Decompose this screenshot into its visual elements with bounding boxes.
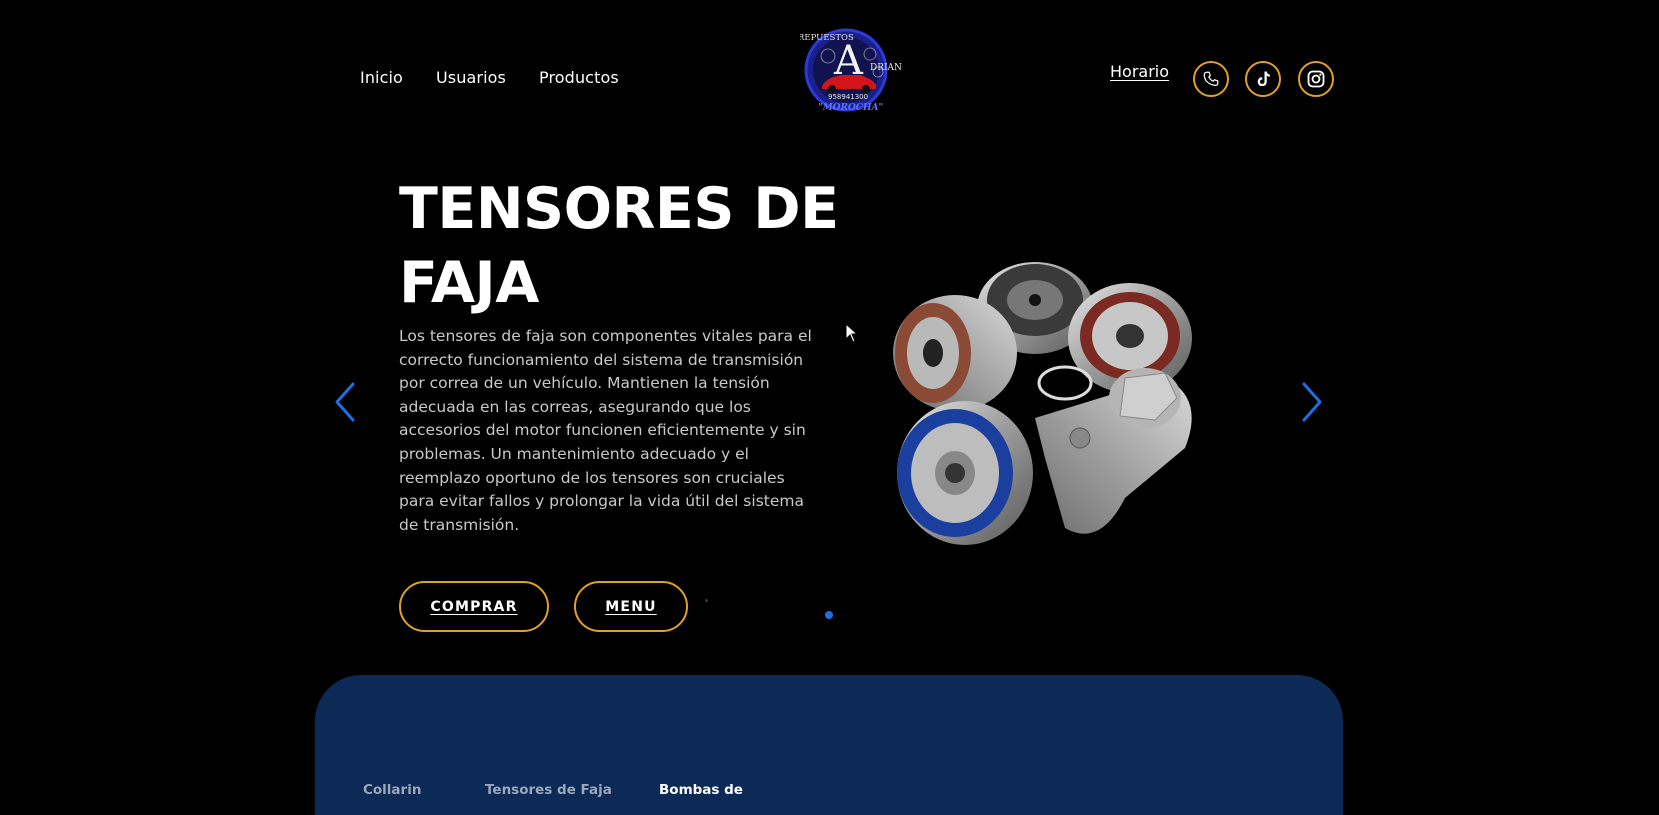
category-tab-tensores-de-faja[interactable]: Tensores de Faja: [485, 782, 612, 798]
instagram-icon: [1307, 70, 1325, 88]
tiktok-icon: [1257, 71, 1270, 87]
categories-panel: [315, 675, 1343, 815]
carousel-prev-button[interactable]: [330, 380, 360, 424]
chevron-left-icon: [335, 382, 355, 422]
phone-icon: [1203, 71, 1219, 86]
phone-button[interactable]: [1193, 61, 1229, 97]
nav-link-usuarios[interactable]: Usuarios: [436, 68, 506, 87]
nav-link-productos[interactable]: Productos: [539, 68, 619, 87]
horario-link[interactable]: Horario: [1110, 62, 1169, 81]
hero-title: TENSORES DE FAJA: [399, 172, 839, 320]
comprar-button[interactable]: COMPRAR: [399, 581, 549, 632]
hero-description: Los tensores de faja son componentes vit…: [399, 327, 812, 534]
instagram-button[interactable]: [1298, 61, 1334, 97]
carousel-indicator-dot[interactable]: [705, 599, 708, 602]
mouse-cursor-icon: [845, 323, 859, 343]
category-tab-collarin[interactable]: Collarin: [363, 782, 421, 798]
hero-title-line1: TENSORES DE: [399, 176, 839, 242]
category-tab-bombas-de[interactable]: Bombas de: [659, 782, 743, 798]
tiktok-button[interactable]: [1245, 61, 1281, 97]
belt-tensioner-product-image: [893, 262, 1192, 545]
chevron-right-icon: [1302, 382, 1322, 422]
logo-phone: 958941300: [828, 93, 868, 101]
carousel-indicator-active[interactable]: [825, 611, 833, 619]
logo-side-text: DRIAN: [870, 63, 902, 73]
hero-title-line2: FAJA: [399, 250, 539, 316]
logo-bottom-text: "MOROCHA": [818, 103, 883, 113]
brand-logo[interactable]: REPUESTOS A DRIAN 958941300 "MOROCHA": [800, 26, 906, 114]
carousel-next-button[interactable]: [1297, 380, 1327, 424]
nav-link-inicio[interactable]: Inicio: [360, 68, 403, 87]
menu-button[interactable]: MENU: [574, 581, 688, 632]
